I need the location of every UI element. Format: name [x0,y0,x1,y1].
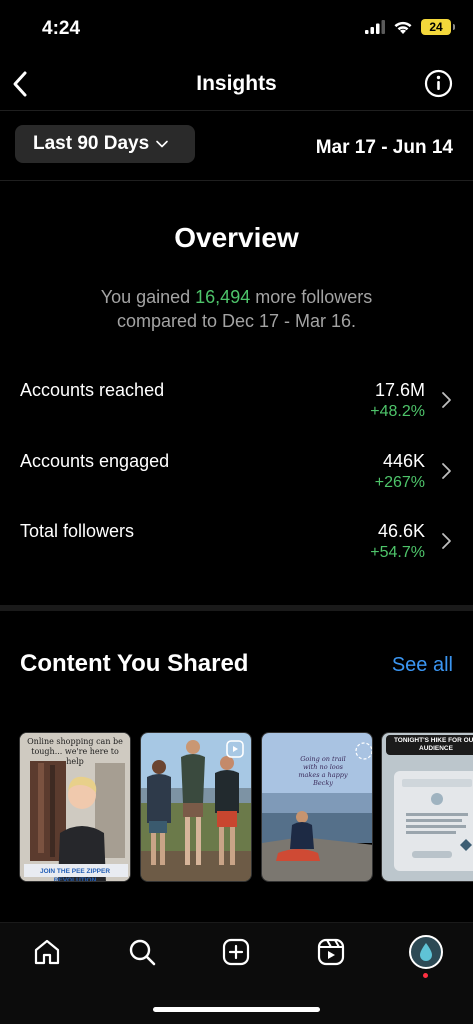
wifi-icon [394,21,412,34]
content-thumbnail[interactable] [140,732,252,882]
date-range-label: Last 90 Days [33,133,150,154]
metric-value: 46.6K [377,521,425,541]
metric-total-followers[interactable]: Total followers 46.6K +54.7% [0,517,473,573]
signal-icon [365,20,385,34]
overview-suffix: more followers [250,287,373,307]
battery-indicator: 24 [421,19,455,35]
metric-change: +267% [374,474,425,491]
metric-change: +48.2% [370,403,425,420]
metric-accounts-engaged[interactable]: Accounts engaged 446K +267% [0,447,473,503]
content-thumbnail[interactable]: Online shopping can be tough... we're he… [19,732,131,882]
metric-accounts-reached[interactable]: Accounts reached 17.6M +48.2% [0,376,473,432]
date-range-dates: Mar 17 - Jun 14 [315,137,453,158]
overview-title: Overview [174,222,299,253]
metric-value: 446K [382,451,425,471]
content-thumbnail[interactable]: TONIGHT'S HIKE FOR OUR AUDIENCE [381,732,473,882]
metric-change: +54.7% [370,544,425,561]
home-icon[interactable] [32,937,62,967]
nav-divider [0,110,473,111]
notification-dot [423,973,428,978]
thumbnail-caption: Online shopping can be tough... we're he… [27,737,123,766]
nav-bar: Insights [0,62,473,108]
page-title: Insights [196,72,277,95]
content-thumbnail[interactable]: Going on trail with no loos makes a happ… [261,732,373,882]
metric-label: Accounts engaged [20,451,170,471]
metric-label: Total followers [20,521,135,541]
search-icon[interactable] [127,937,157,967]
reels-icon[interactable] [316,937,346,967]
thumbnail-caption: TONIGHT'S HIKE FOR OUR AUDIENCE [386,735,473,755]
chevron-right-icon [442,533,451,549]
metric-label: Accounts reached [20,380,165,400]
see-all-link[interactable]: See all [392,654,453,677]
profile-avatar[interactable] [409,935,443,969]
reels-icon [226,740,244,758]
thumbnail-caption: Going on trail with no loos makes a happ… [298,755,348,787]
chevron-down-icon [156,140,168,148]
status-icons: 24 [365,19,455,35]
status-time: 4:24 [42,18,81,39]
create-icon[interactable] [221,937,251,967]
content-thumbnails: Online shopping can be tough... we're he… [19,732,473,882]
content-section-title: Content You Shared [20,650,249,677]
overview-comparison: compared to Dec 17 - Mar 16. [116,311,357,331]
metric-value: 17.6M [374,380,425,400]
info-icon[interactable] [424,69,453,98]
chevron-right-icon [442,392,451,408]
range-divider [0,180,473,181]
followers-gained: 16,494 [195,287,251,307]
thumbnail-image [382,733,473,881]
section-divider [0,605,473,611]
chevron-right-icon [442,463,451,479]
overview-prefix: You gained [100,287,196,307]
date-range-dropdown[interactable]: Last 90 Days [15,125,195,163]
overview-summary: You gained 16,494 more followers compare… [40,285,433,333]
profile-icon [420,943,432,961]
status-bar: 4:24 24 [0,0,473,60]
home-indicator [153,1007,320,1012]
thumbnail-caption: JOIN THE PEE ZIPPER REVOLUTION [39,868,111,882]
